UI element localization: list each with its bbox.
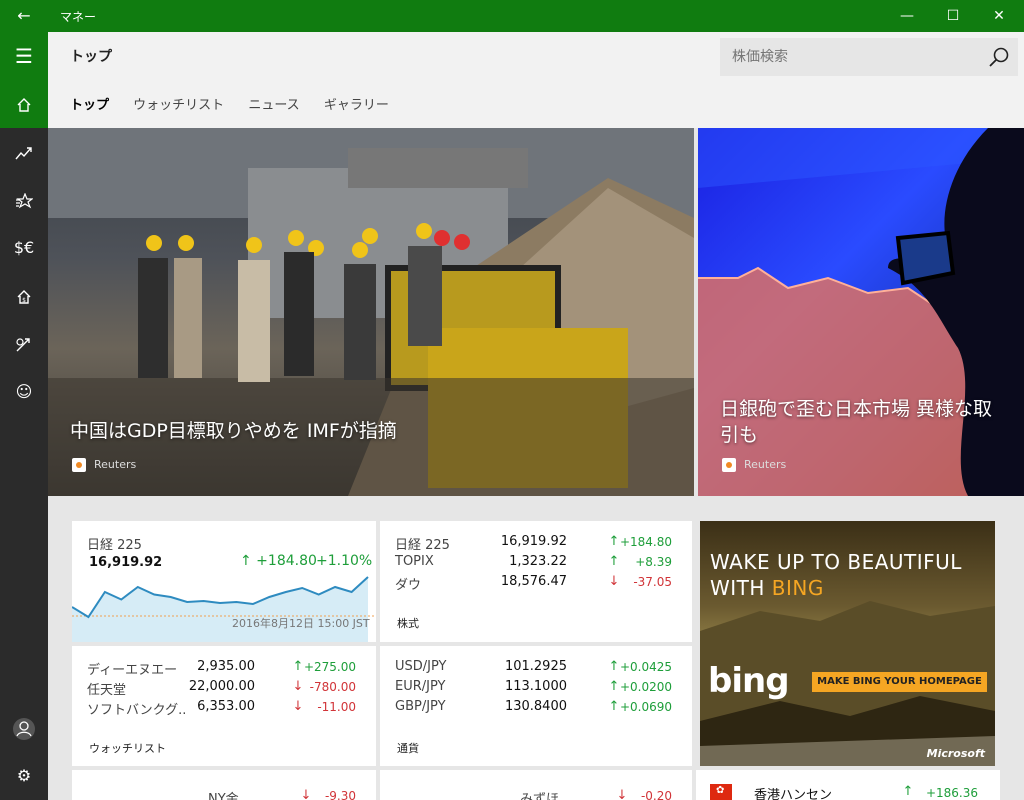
watchlist-card[interactable]: ディーエヌエー 2,935.00 ↑ +275.00 任天堂 22,000.00… (72, 646, 376, 766)
tab-gallery[interactable]: ギャラリー (324, 94, 389, 113)
index-timestamp: 2016年8月12日 15:00 JST (232, 617, 370, 630)
watch-value: 2,935.00 (197, 659, 255, 674)
partial-change: +186.36 (925, 786, 978, 800)
stock-name: TOPIX (395, 554, 434, 569)
stock-change: +8.39 (635, 555, 672, 569)
watch-change: -780.00 (309, 680, 356, 694)
search-input[interactable] (720, 38, 982, 76)
partial-change: -0.20 (640, 789, 672, 800)
partial-card-mizuho[interactable]: みずほ ↓ -0.20 (380, 770, 692, 800)
tab-top[interactable]: トップ (70, 94, 109, 113)
ad-line-2-brand: BING (771, 576, 824, 600)
back-arrow-icon[interactable]: ← (10, 4, 38, 28)
index-percent: +1.10% (316, 553, 373, 569)
partial-change: -9.30 (324, 789, 356, 800)
partial-name: みずほ (520, 792, 560, 800)
currency-name: USD/JPY (395, 659, 447, 674)
mortgage-house-icon[interactable]: $ (0, 272, 48, 320)
tab-bar: トップ ウォッチリスト ニュース ギャラリー (70, 94, 409, 113)
partial-card-hang-seng[interactable]: ✿ 香港ハンセン ↑ +186.36 (696, 770, 1000, 800)
hero-headline[interactable]: 日銀砲で歪む日本市場 異様な取引も (720, 396, 1010, 448)
currency-value: 101.2925 (504, 659, 567, 674)
currency-change: +0.0425 (619, 660, 672, 674)
reuters-logo-icon (72, 458, 86, 472)
stock-change: +184.80 (619, 535, 672, 549)
partial-name: NY金 (208, 792, 239, 800)
stock-value: 1,323.22 (509, 554, 567, 569)
stocks-card[interactable]: 日経 225 16,919.92 ↑ +184.80 TOPIX 1,323.2… (380, 521, 692, 642)
search-icon[interactable] (988, 46, 1010, 68)
calculator-icon[interactable] (0, 320, 48, 368)
make-bing-homepage-button[interactable]: MAKE BING YOUR HOMEPAGE (812, 672, 987, 692)
hamburger-menu-icon[interactable]: ☰ (0, 32, 48, 80)
hong-kong-flag-icon: ✿ (710, 784, 732, 800)
index-name: 日経 225 (87, 538, 142, 553)
hero-source: Reuters (722, 458, 786, 472)
header: トップ トップ ウォッチリスト ニュース ギャラリー (48, 32, 1024, 128)
app-title: マネー (60, 10, 97, 24)
watchlist-star-icon[interactable] (0, 176, 48, 224)
settings-gear-icon[interactable]: ⚙ (0, 752, 48, 800)
index-card-nikkei[interactable]: 日経 225 16,919.92 ↑ +184.80 +1.10% 2016年8… (72, 521, 376, 642)
maximize-button[interactable]: ☐ (930, 0, 976, 32)
up-arrow-icon: ↑ (902, 784, 914, 799)
stock-name: 日経 225 (395, 538, 450, 553)
currency-name: GBP/JPY (395, 699, 446, 714)
card-footer: 通貨 (397, 742, 419, 755)
page-title: トップ (70, 49, 112, 65)
stock-name: ダウ (395, 578, 422, 593)
ad-headline: WAKE UP TO BEAUTIFUL WITH BING (710, 549, 962, 601)
bing-logo: bing (708, 661, 790, 701)
account-icon[interactable] (0, 704, 48, 752)
card-footer: ウォッチリスト (89, 742, 166, 755)
hero-article-2[interactable]: 日銀砲で歪む日本市場 異様な取引も Reuters (698, 128, 1024, 496)
partial-name: 香港ハンセン (754, 788, 833, 800)
stock-change: -37.05 (633, 575, 672, 589)
microsoft-logo: Microsoft (926, 747, 985, 760)
ad-line-2-prefix: WITH (710, 576, 772, 600)
watch-value: 22,000.00 (188, 679, 255, 694)
currency-card[interactable]: USD/JPY 101.2925 ↑ +0.0425 EUR/JPY 113.1… (380, 646, 692, 766)
watch-change: +275.00 (303, 660, 356, 674)
stock-value: 16,919.92 (500, 534, 567, 549)
hero-source: Reuters (72, 458, 136, 472)
currency-icon[interactable]: $€ (0, 224, 48, 272)
minimize-button[interactable]: — (884, 0, 930, 32)
close-button[interactable]: ✕ (976, 0, 1022, 32)
currency-value: 113.1000 (504, 679, 567, 694)
trending-chart-icon[interactable] (0, 128, 48, 176)
svg-text:$: $ (22, 297, 26, 304)
watch-change: -11.00 (317, 700, 356, 714)
currency-value: 130.8400 (504, 699, 567, 714)
reuters-logo-icon (722, 458, 736, 472)
currency-change: +0.0200 (619, 680, 672, 694)
watch-value: 6,353.00 (197, 699, 255, 714)
partial-card-ny-gold[interactable]: NY金 ↓ -9.30 (72, 770, 376, 800)
card-footer: 株式 (397, 617, 419, 630)
tab-watchlist[interactable]: ウォッチリスト (133, 94, 224, 113)
sidebar: ☰ $€ $ ☺ ⚙ (0, 32, 48, 800)
stock-value: 18,576.47 (500, 574, 567, 589)
search-box[interactable] (720, 38, 1018, 76)
home-icon[interactable] (0, 80, 48, 128)
title-bar: ← マネー — ☐ ✕ (0, 0, 1024, 32)
smiley-feedback-icon[interactable]: ☺ (0, 368, 48, 416)
hero-headline[interactable]: 中国はGDP目標取りやめを IMFが指摘 (70, 418, 397, 444)
hero-article-1[interactable]: 中国はGDP目標取りやめを IMFが指摘 Reuters (48, 128, 694, 496)
currency-name: EUR/JPY (395, 679, 446, 694)
ad-line-1: WAKE UP TO BEAUTIFUL (710, 550, 962, 574)
sparkline-chart (72, 576, 376, 642)
bing-advertisement[interactable]: WAKE UP TO BEAUTIFUL WITH BING bing MAKE… (700, 521, 995, 766)
index-value: 16,919.92 (89, 555, 163, 570)
currency-change: +0.0690 (619, 700, 672, 714)
sparkline-area (72, 577, 368, 642)
tab-news[interactable]: ニュース (248, 94, 299, 113)
